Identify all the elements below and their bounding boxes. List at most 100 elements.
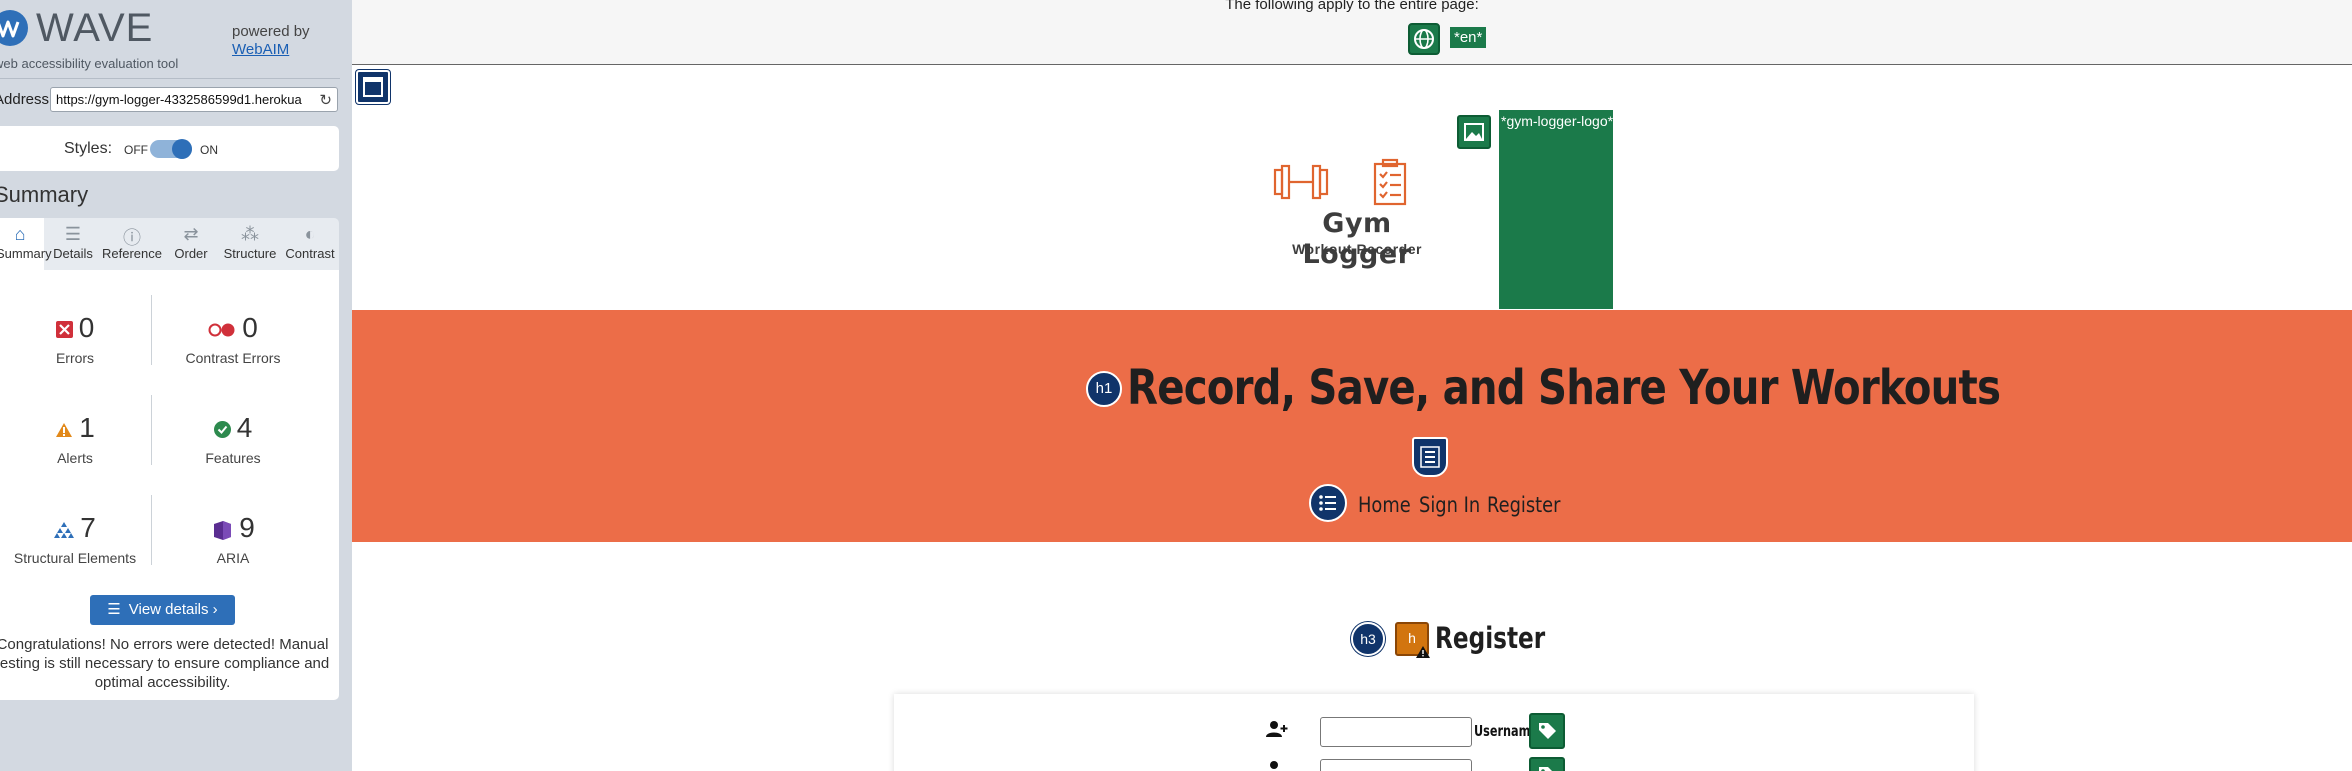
stat-divider (151, 495, 152, 565)
header-region-icon[interactable] (356, 70, 390, 104)
user-icon (1266, 760, 1284, 771)
contrast-error-icon (208, 323, 235, 337)
summary-panel: 0 Errors 0 Contrast Errors 1 Alerts 4 Fe… (0, 270, 339, 700)
feature-icon (213, 421, 231, 439)
stat-divider (151, 395, 152, 465)
navigation-region-icon[interactable] (1412, 437, 1448, 477)
password-input[interactable] (1320, 759, 1472, 771)
styles-off-label: OFF (124, 143, 148, 157)
tab-label: Order (174, 246, 208, 261)
page-heading: Record, Save, and Share Your Workouts (1127, 360, 2001, 416)
image-alt-icon[interactable] (1457, 115, 1491, 149)
congratulations-message: Congratulations! No errors were detected… (0, 636, 330, 691)
styles-panel: Styles: OFF ON (0, 126, 339, 171)
home-icon: ⌂ (14, 224, 26, 244)
stat-count: 9 (239, 512, 255, 543)
wave-logo-icon (0, 10, 28, 46)
logo-subtitle: Workout Recorder (1292, 241, 1422, 257)
tab-label: Details (53, 246, 93, 261)
wave-brand: WAVE (36, 6, 154, 50)
form-label-tag-icon[interactable] (1529, 713, 1565, 749)
powered-by-text: powered by (232, 23, 310, 40)
nav-link-sign-in[interactable]: Sign In (1419, 493, 1480, 517)
stat-label: ARIA (216, 550, 250, 566)
reload-icon[interactable]: ↻ (319, 91, 332, 109)
h1-badge[interactable]: h1 (1086, 371, 1122, 407)
nav-link-register[interactable]: Register (1487, 493, 1560, 517)
stat-errors[interactable]: 0 Errors (0, 312, 150, 366)
language-tag: *en* (1450, 27, 1487, 48)
alert-icon (56, 422, 73, 437)
heading-alert-label: h (1408, 630, 1416, 646)
stat-count: 0 (78, 312, 95, 343)
wave-sidebar: WAVE web accessibility evaluation tool p… (0, 0, 352, 771)
tab-label: Contrast (285, 246, 335, 261)
aria-icon (214, 520, 232, 540)
evaluated-page: The following apply to the entire page: … (352, 0, 2352, 771)
logo-alt-text: *gym-logger-logo* (1501, 113, 1614, 129)
address-input[interactable] (56, 92, 311, 107)
contrast-icon: ◐ (304, 224, 316, 244)
stat-count: 1 (79, 412, 95, 443)
logo-title: Gym Logger (1302, 208, 1412, 270)
wave-header: WAVE web accessibility evaluation tool p… (0, 0, 352, 76)
heading-alert-icon[interactable]: h (1395, 622, 1430, 658)
styles-on-label: ON (200, 143, 218, 157)
structure-icon: ⁂ (241, 224, 259, 244)
stat-count: 7 (80, 512, 96, 543)
view-details-label: View details › (128, 601, 218, 618)
toggle-knob (172, 139, 192, 159)
tab-structure[interactable]: ⁂ Structure (218, 218, 282, 270)
tab-order[interactable]: ⇄ Order (166, 218, 216, 270)
list-icon: ☰ (64, 224, 82, 244)
stat-count: 0 (242, 312, 258, 343)
site-logo[interactable]: Gym Logger Workout Recorder (1267, 158, 1497, 270)
stat-contrast-errors[interactable]: 0 Contrast Errors (158, 312, 308, 366)
register-heading: Register (1435, 621, 1546, 655)
view-details-button[interactable]: ☰ View details › (90, 595, 235, 625)
hero-banner: h1 Record, Save, and Share Your Workouts… (352, 310, 2352, 542)
stat-label: Errors (55, 350, 95, 366)
webaim-link[interactable]: WebAIM (232, 41, 289, 58)
stat-label: Alerts (57, 450, 93, 466)
error-icon (55, 321, 73, 339)
info-icon: ⓘ (123, 228, 141, 248)
user-plus-icon (1266, 720, 1288, 743)
wave-tabs: ⌂ Summary ☰ Details ⓘ Reference ⇄ Order … (0, 218, 339, 270)
order-icon: ⇄ (183, 224, 199, 244)
tab-reference[interactable]: ⓘ Reference (100, 218, 164, 270)
wave-tagline: web accessibility evaluation tool (0, 56, 179, 71)
address-label: Address: (0, 91, 54, 108)
form-label-tag-icon[interactable] (1529, 757, 1565, 771)
structure-icon (54, 522, 75, 539)
h3-badge[interactable]: h3 (1351, 622, 1385, 656)
address-bar: ↻ (50, 87, 338, 112)
logo-alt-text-box: *gym-logger-logo* (1499, 110, 1613, 309)
stat-count: 4 (236, 412, 253, 443)
nav-link-home[interactable]: Home (1358, 493, 1411, 517)
stat-label: Features (205, 450, 261, 466)
applies-text: The following apply to the entire page: (1225, 0, 1479, 13)
stat-alerts[interactable]: 1 Alerts (0, 412, 150, 466)
tab-label: Reference (102, 246, 162, 261)
page-wide-bar: The following apply to the entire page: … (352, 0, 2352, 65)
stat-structural[interactable]: 7 Structural Elements (0, 512, 150, 566)
warning-icon (1416, 646, 1430, 658)
stat-label: Contrast Errors (185, 350, 281, 366)
language-globe-icon[interactable] (1408, 23, 1440, 55)
list-icon: ☰ (107, 601, 121, 618)
stat-aria[interactable]: 9 ARIA (158, 512, 308, 566)
tab-details[interactable]: ☰ Details (46, 218, 100, 270)
header-divider (0, 78, 340, 79)
summary-heading: Summary (0, 182, 89, 207)
tab-contrast[interactable]: ◐ Contrast (282, 218, 338, 270)
styles-toggle[interactable] (150, 139, 192, 159)
tab-label: Structure (223, 246, 277, 261)
stat-features[interactable]: 4 Features (158, 412, 308, 466)
username-input[interactable] (1320, 717, 1472, 747)
styles-label: Styles: (64, 140, 113, 157)
unordered-list-icon[interactable] (1309, 484, 1347, 522)
tab-label: Summary (0, 246, 52, 261)
tab-summary[interactable]: ⌂ Summary (0, 218, 52, 270)
stat-label: Structural Elements (13, 550, 137, 566)
